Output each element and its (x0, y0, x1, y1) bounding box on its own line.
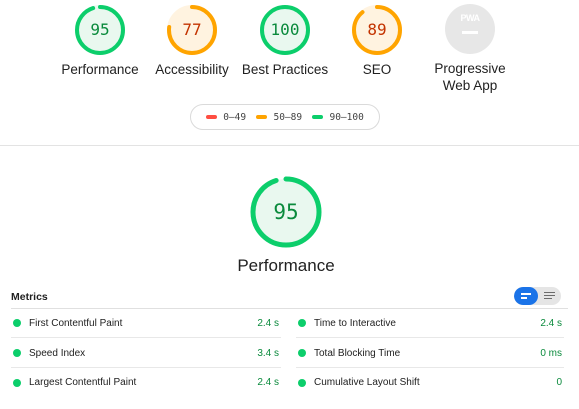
score-ring: 89 (351, 4, 403, 56)
metric-value: 0 (556, 377, 562, 388)
metric-name: Largest Contentful Paint (29, 377, 137, 388)
metrics-title: Metrics (11, 291, 48, 303)
metric-total-blocking-time: Total Blocking Time 0 ms (296, 339, 564, 368)
gauge-label: Accessibility (155, 62, 229, 77)
legend-item-fail: 0–49 (206, 112, 246, 123)
legend-swatch (312, 115, 324, 119)
metrics-view-toggle[interactable] (514, 287, 561, 305)
main-gauge-title: Performance (237, 256, 335, 275)
metric-name: Time to Interactive (314, 317, 396, 329)
score-legend: 0–49 50–89 90–100 (190, 104, 380, 130)
pass-status-icon (13, 319, 21, 327)
gauge-pwa[interactable]: PWA Progressive Web App (420, 4, 520, 94)
main-score-ring: 95 (250, 176, 322, 248)
legend-item-pass: 90–100 (312, 111, 364, 123)
expanded-view-icon[interactable] (538, 287, 561, 305)
score-ring: 95 (74, 4, 126, 56)
main-score-value: 95 (273, 200, 299, 224)
pass-status-icon (298, 349, 306, 357)
metric-value: 2.4 s (257, 377, 279, 388)
legend-swatch (256, 115, 268, 119)
score-value: 89 (367, 20, 387, 39)
metric-name: Speed Index (29, 347, 86, 359)
metric-cumulative-layout-shift: Cumulative Layout Shift 0 (296, 368, 564, 397)
metric-name: Total Blocking Time (314, 347, 401, 359)
legend-range: 90–100 (329, 111, 364, 123)
score-value: 77 (182, 20, 202, 39)
compact-view-icon[interactable] (514, 287, 538, 305)
gauge-label: Performance (61, 62, 139, 77)
score-value: 100 (270, 20, 300, 39)
main-gauge-performance: 95 Performance (236, 176, 336, 276)
metric-name: Cumulative Layout Shift (314, 377, 420, 388)
section-divider (0, 145, 579, 146)
legend-item-average: 50–89 (256, 112, 302, 123)
gauge-accessibility[interactable]: 77 Accessibility (142, 4, 242, 78)
pass-status-icon (13, 349, 21, 357)
score-ring: 77 (166, 4, 218, 56)
metric-time-to-interactive: Time to Interactive 2.4 s (296, 309, 564, 338)
pass-status-icon (298, 319, 306, 327)
gauge-seo[interactable]: 89 SEO (327, 4, 427, 78)
metric-value: 3.4 s (257, 347, 279, 359)
legend-swatch (206, 115, 218, 119)
metric-first-contentful-paint: First Contentful Paint 2.4 s (11, 309, 281, 338)
gauge-best-practices[interactable]: 100 Best Practices (235, 4, 335, 78)
pwa-badge-text: PWA (460, 13, 480, 23)
pwa-dash-icon (462, 31, 478, 34)
metric-value: 0 ms (540, 347, 562, 359)
metric-value: 2.4 s (257, 317, 279, 329)
pass-status-icon (13, 378, 21, 387)
gauge-performance[interactable]: 95 Performance (50, 4, 150, 78)
gauge-label: Progressive Web App (434, 61, 506, 93)
gauge-label: Best Practices (241, 62, 329, 77)
pass-status-icon (298, 378, 306, 387)
pwa-badge-icon: PWA (445, 4, 495, 54)
gauge-label: SEO (362, 62, 392, 77)
score-value: 95 (90, 20, 110, 39)
legend-range: 50–89 (273, 111, 303, 123)
metric-speed-index: Speed Index 3.4 s (11, 339, 281, 368)
metric-largest-contentful-paint: Largest Contentful Paint 2.4 s (11, 368, 281, 397)
metric-value: 2.4 s (540, 317, 562, 329)
score-ring: 100 (259, 4, 311, 56)
legend-range: 0–49 (223, 111, 247, 123)
metric-name: First Contentful Paint (29, 317, 123, 329)
